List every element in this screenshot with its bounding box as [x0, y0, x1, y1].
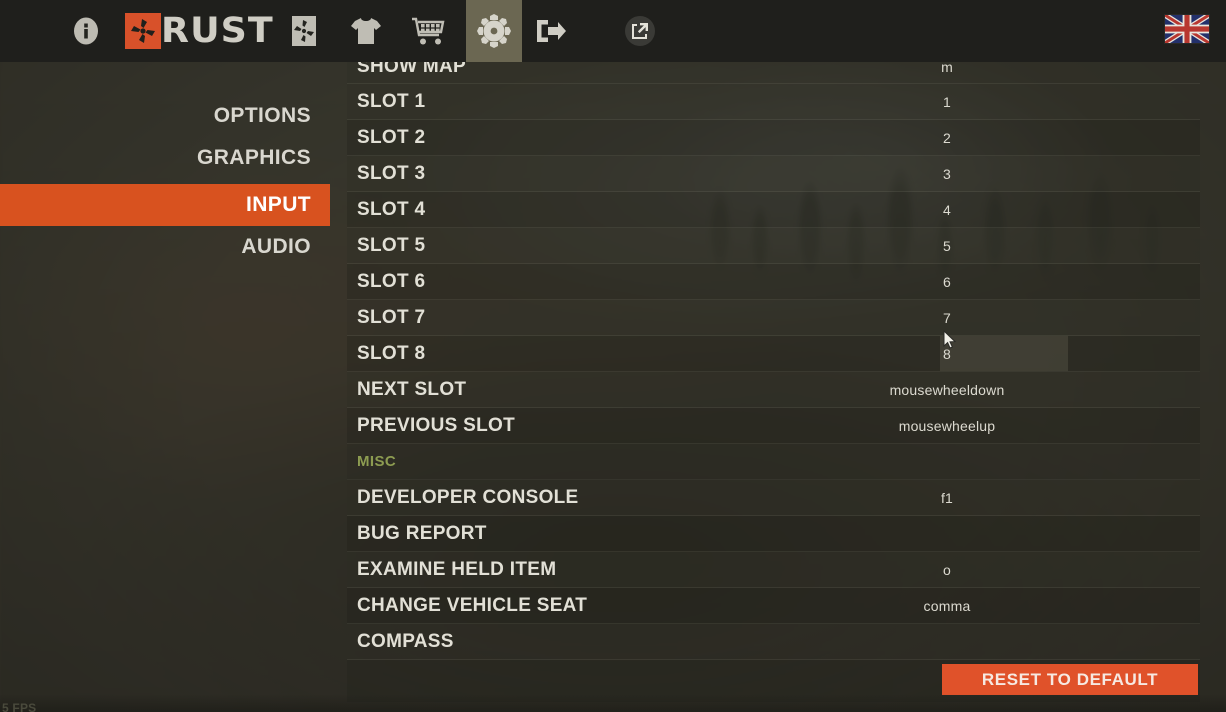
- reset-to-default-button[interactable]: RESET TO DEFAULT: [942, 664, 1198, 695]
- tab-info[interactable]: [58, 0, 114, 62]
- cart-icon: [410, 16, 446, 46]
- keybind-label: CHANGE VEHICLE SEAT: [357, 594, 588, 616]
- sidebar-item-label: AUDIO: [241, 235, 311, 258]
- keybind-row-examine-held-item[interactable]: EXAMINE HELD ITEM o: [347, 552, 1200, 588]
- keybind-label: SLOT 4: [357, 198, 426, 220]
- sidebar-item-graphics[interactable]: GRAPHICS: [0, 137, 330, 179]
- keybind-row-next-slot[interactable]: NEXT SLOT mousewheeldown: [347, 372, 1200, 408]
- sidebar-item-audio[interactable]: AUDIO: [0, 226, 330, 268]
- keybind-value[interactable]: mousewheeldown: [847, 382, 1047, 398]
- keybind-row-change-vehicle-seat[interactable]: CHANGE VEHICLE SEAT comma: [347, 588, 1200, 624]
- keybind-label: SLOT 7: [357, 306, 426, 328]
- keybind-label: BUG REPORT: [357, 522, 487, 544]
- keybind-row-developer-console[interactable]: DEVELOPER CONSOLE f1: [347, 480, 1200, 516]
- keybind-value[interactable]: 3: [847, 166, 1047, 182]
- keybind-label: SLOT 3: [357, 162, 426, 184]
- keybind-value[interactable]: f1: [847, 490, 1047, 506]
- keybind-value[interactable]: 4: [847, 202, 1047, 218]
- exit-icon: [534, 16, 568, 46]
- keybind-value[interactable]: 7: [847, 310, 1047, 326]
- keybind-label: EXAMINE HELD ITEM: [357, 558, 557, 580]
- shirt-icon: [349, 15, 383, 47]
- keybind-row-show-map[interactable]: SHOW MAP m: [347, 62, 1200, 84]
- keybind-label: SLOT 8: [357, 342, 426, 364]
- bottom-fade: [0, 694, 1226, 712]
- keybind-label: SLOT 2: [357, 126, 426, 148]
- keybind-row-slot-3[interactable]: SLOT 3 3: [347, 156, 1200, 192]
- fps-counter: 5 FPS: [2, 701, 37, 712]
- keybind-row-slot-6[interactable]: SLOT 6 6: [347, 264, 1200, 300]
- keybind-list: SHOW MAP m SLOT 1 1 SLOT 2 2 SLOT 3 3 SL…: [347, 62, 1200, 702]
- uk-flag-icon[interactable]: [1164, 14, 1210, 44]
- settings-sidebar: OPTIONS GRAPHICS INPUT AUDIO: [0, 95, 330, 268]
- keybind-row-slot-1[interactable]: SLOT 1 1: [347, 84, 1200, 120]
- keybind-label: SLOT 1: [357, 90, 426, 112]
- tab-options[interactable]: [466, 0, 522, 62]
- sidebar-item-options[interactable]: OPTIONS: [0, 95, 330, 137]
- keybind-row-bug-report[interactable]: BUG REPORT: [347, 516, 1200, 552]
- keybind-label: NEXT SLOT: [357, 378, 467, 400]
- keybind-value[interactable]: 6: [847, 274, 1047, 290]
- tab-popout[interactable]: [612, 0, 668, 62]
- keybind-label: DEVELOPER CONSOLE: [357, 486, 579, 508]
- keybind-label: PREVIOUS SLOT: [357, 414, 516, 436]
- tab-store[interactable]: [400, 0, 456, 62]
- keybind-row-compass[interactable]: COMPASS: [347, 624, 1200, 660]
- rust-logo-text: RUST: [161, 11, 274, 51]
- keybind-value[interactable]: m: [847, 62, 1047, 75]
- tab-skins[interactable]: [338, 0, 394, 62]
- keybind-row-slot-7[interactable]: SLOT 7 7: [347, 300, 1200, 336]
- rust-logo-icon: [125, 13, 161, 49]
- sidebar-item-input[interactable]: INPUT: [0, 184, 330, 226]
- keybind-label: SLOT 5: [357, 234, 426, 256]
- section-label: MISC: [357, 453, 397, 470]
- keybind-value[interactable]: 5: [847, 238, 1047, 254]
- keybind-label: SHOW MAP: [357, 62, 467, 77]
- sidebar-item-label: OPTIONS: [213, 104, 311, 127]
- keybind-value[interactable]: o: [847, 562, 1047, 578]
- keybind-value[interactable]: comma: [847, 598, 1047, 614]
- rust-logo[interactable]: RUST: [125, 12, 273, 50]
- top-navigation-bar: RUST: [0, 0, 1226, 62]
- sidebar-item-label: INPUT: [246, 193, 311, 216]
- tab-player[interactable]: [276, 0, 332, 62]
- section-header-misc: MISC: [347, 444, 1200, 480]
- keybind-row-slot-8[interactable]: SLOT 8 8: [347, 336, 1200, 372]
- tab-quit[interactable]: [523, 0, 579, 62]
- keybind-value[interactable]: 2: [847, 130, 1047, 146]
- mouse-cursor: [943, 329, 957, 355]
- keybind-value[interactable]: 1: [847, 94, 1047, 110]
- keybind-label: COMPASS: [357, 630, 454, 652]
- keybind-row-slot-5[interactable]: SLOT 5 5: [347, 228, 1200, 264]
- gear-icon: [475, 12, 513, 50]
- keybind-label: SLOT 6: [357, 270, 426, 292]
- info-icon: [71, 16, 101, 46]
- sidebar-item-label: GRAPHICS: [196, 146, 311, 169]
- external-link-icon: [623, 14, 657, 48]
- keybind-row-slot-2[interactable]: SLOT 2 2: [347, 120, 1200, 156]
- keybind-value[interactable]: mousewheelup: [847, 418, 1047, 434]
- player-icon: [288, 14, 320, 48]
- keybind-row-slot-4[interactable]: SLOT 4 4: [347, 192, 1200, 228]
- keybind-row-previous-slot[interactable]: PREVIOUS SLOT mousewheelup: [347, 408, 1200, 444]
